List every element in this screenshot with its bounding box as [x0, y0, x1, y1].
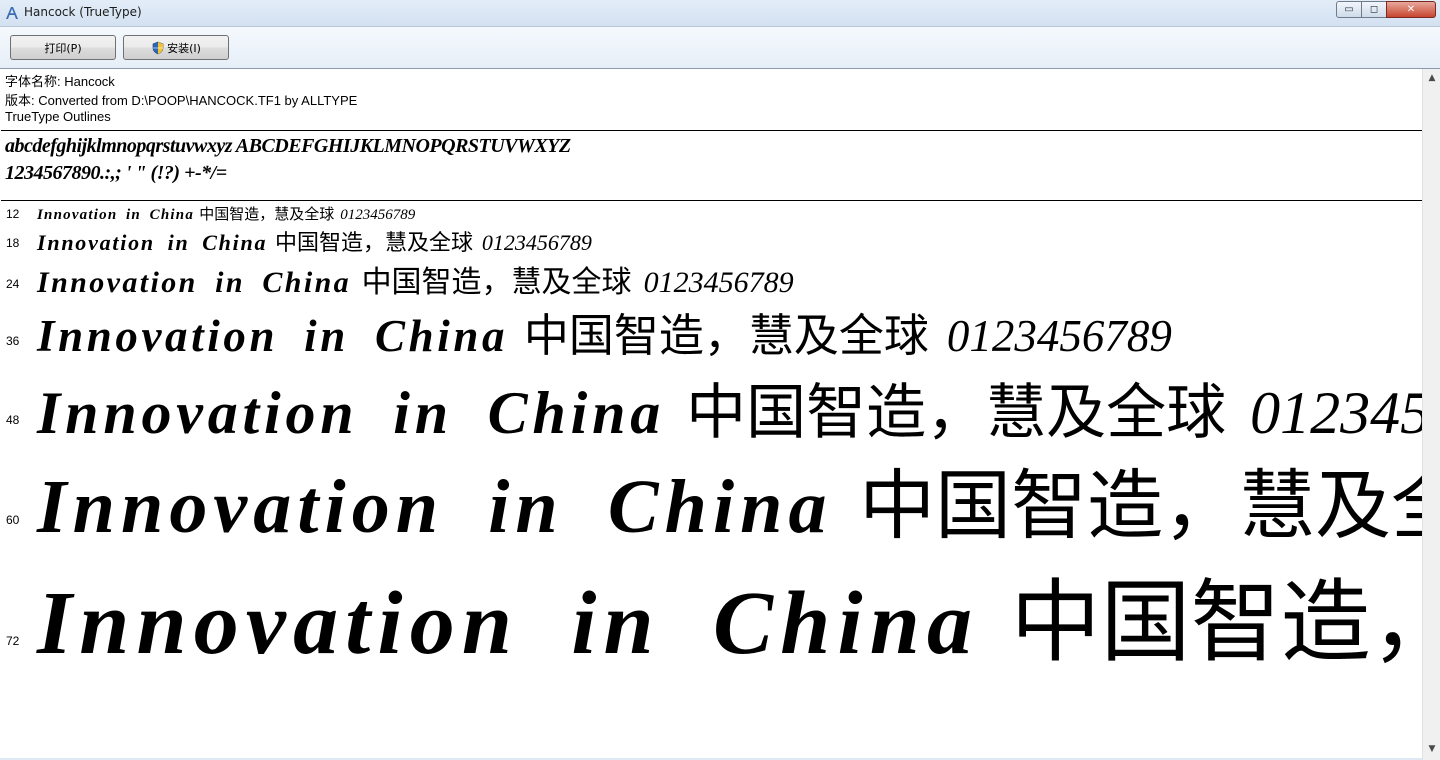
sample-latin: Innovation in China — [37, 574, 980, 673]
sample-line-18: Innovation in China 中国智造，慧及全球 0123456789 — [37, 225, 592, 257]
print-button-label: 打印(P) — [44, 41, 82, 55]
window-title: Hancock (TrueType) — [24, 5, 142, 19]
scroll-up-icon[interactable]: ▲ — [1426, 72, 1438, 84]
size-label-48: 48 — [6, 413, 20, 427]
close-button[interactable]: ✕ — [1386, 1, 1436, 18]
maximize-button[interactable]: ◻ — [1361, 1, 1387, 18]
sample-line-36: Innovation in China 中国智造，慧及全球 0123456789 — [37, 299, 1172, 364]
sample-line-48: Innovation in China 中国智造，慧及全球 0123456789 — [37, 364, 1423, 451]
charset-letters: abcdefghijklmnopqrstuvwxyz ABCDEFGHIJKLM… — [5, 135, 571, 157]
install-button[interactable]: 安装(I) — [123, 35, 229, 60]
sample-digits: 0123456789 — [643, 266, 794, 299]
sample-cjk: 中国智造，慧及全球 — [686, 378, 1227, 448]
charset-symbols: 1234567890.:,; ' " (!?) +-*/= — [5, 162, 227, 184]
sample-digits: 0123456789 — [1250, 380, 1423, 446]
size-label-36: 36 — [6, 334, 20, 348]
print-button[interactable]: 打印(P) — [10, 35, 116, 60]
sample-cjk: 中国智造，慧及全球 — [1010, 570, 1423, 675]
vertical-scrollbar[interactable]: ▲ ▼ — [1422, 69, 1440, 760]
font-outline-type: TrueType Outlines — [5, 109, 111, 124]
size-label-18: 18 — [6, 236, 20, 250]
sample-latin: Innovation in China — [37, 465, 833, 549]
sample-cjk: 中国智造，慧及全球 — [199, 205, 335, 223]
size-label-12: 12 — [6, 207, 20, 221]
divider — [1, 200, 1423, 201]
sample-line-60: Innovation in China中国智造，慧及全球0123456789 — [37, 444, 1423, 554]
scroll-down-icon[interactable]: ▼ — [1426, 743, 1438, 755]
font-version-line: 版本: Converted from D:\POOP\HANCOCK.TF1 b… — [5, 93, 358, 108]
sample-line-12: Innovation in China 中国智造，慧及全球 0123456789 — [37, 203, 415, 224]
sample-digits: 0123456789 — [340, 207, 416, 223]
sample-cjk: 中国智造，慧及全球 — [361, 265, 632, 300]
size-label-72: 72 — [6, 634, 20, 648]
sample-line-72: Innovation in China中国智造，慧及全球0123456789 — [37, 549, 1423, 679]
title-bar[interactable]: Hancock (TrueType) ▭ ◻ ✕ — [0, 0, 1440, 27]
sample-latin: Innovation in China — [37, 311, 509, 361]
sample-latin: Innovation in China — [37, 380, 666, 446]
maximize-icon: ◻ — [1369, 4, 1379, 15]
size-label-24: 24 — [6, 277, 20, 291]
sample-line-24: Innovation in China 中国智造，慧及全球 0123456789 — [37, 257, 794, 301]
sample-latin: Innovation in China — [37, 207, 195, 223]
sample-latin: Innovation in China — [37, 266, 352, 299]
font-app-icon — [6, 7, 18, 19]
sample-digits: 0123456789 — [481, 230, 592, 255]
font-preview-area: 字体名称: Hancock 版本: Converted from D:\POOP… — [0, 69, 1423, 758]
sample-cjk: 中国智造，慧及全球 — [523, 309, 929, 362]
close-icon: ✕ — [1406, 4, 1416, 15]
divider — [1, 130, 1423, 131]
font-name-line: 字体名称: Hancock — [5, 74, 115, 89]
uac-shield-icon — [152, 41, 164, 54]
minimize-icon: ▭ — [1344, 4, 1354, 15]
minimize-button[interactable]: ▭ — [1336, 1, 1362, 18]
sample-cjk: 中国智造，慧及全球 — [859, 461, 1423, 550]
sample-cjk: 中国智造，慧及全球 — [275, 231, 474, 256]
size-label-60: 60 — [6, 513, 20, 527]
install-button-label: 安装(I) — [167, 41, 201, 55]
sample-digits: 0123456789 — [946, 311, 1172, 361]
sample-latin: Innovation in China — [37, 230, 268, 255]
toolbar: 打印(P) 安装(I) — [0, 27, 1440, 69]
